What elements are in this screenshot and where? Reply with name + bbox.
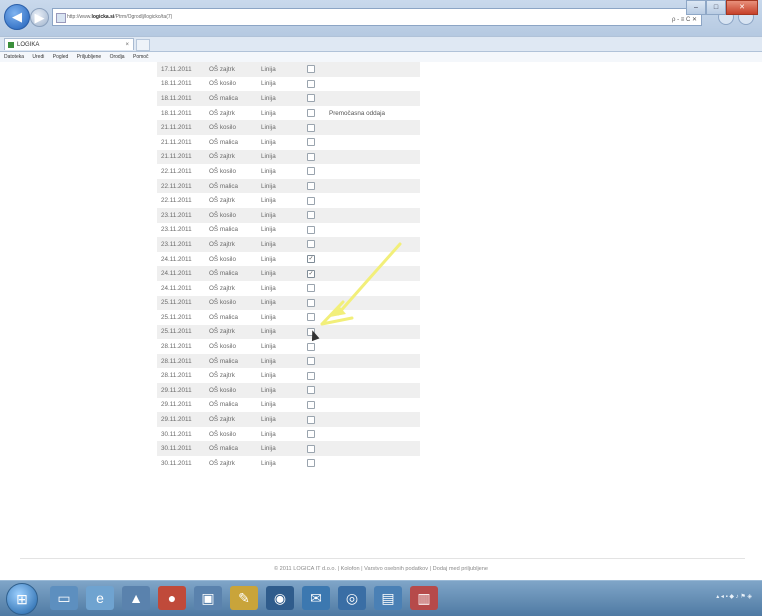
start-button[interactable]: ⊞	[6, 583, 38, 615]
new-tab-button[interactable]	[136, 39, 150, 51]
taskbar-ie-icon[interactable]: e	[86, 586, 114, 610]
tab-favicon-icon	[8, 42, 14, 48]
taskbar-chrome-icon[interactable]: ◎	[338, 586, 366, 610]
menu-view[interactable]: Pogled	[53, 54, 69, 60]
tab-title: LOGIKA	[17, 42, 40, 48]
taskbar-app-icon[interactable]: ▲	[122, 586, 150, 610]
forward-button[interactable]: ▶	[30, 8, 49, 27]
footer-link-kolofon[interactable]: Kolofon	[341, 566, 360, 572]
forward-arrow-icon: ▶	[34, 9, 45, 25]
tab-logika[interactable]: LOGIKA ×	[4, 38, 134, 50]
taskbar-browser-icon[interactable]: ◉	[266, 586, 294, 610]
footer-link-favorites[interactable]: Dodaj med priljubljene	[433, 566, 488, 572]
taskbar-paint-icon[interactable]: ✎	[230, 586, 258, 610]
taskbar-remote-icon[interactable]: ▤	[374, 586, 402, 610]
taskbar-media-icon[interactable]: ●	[158, 586, 186, 610]
system-tray[interactable]: ▴ ◂ ▪ ◆ ♪ ⚑ ◈	[716, 593, 752, 600]
url-prefix: http://www.	[67, 14, 92, 20]
footer: © 2011 LOGICA IT d.o.o. | Kolofon | Vars…	[0, 566, 762, 572]
back-arrow-icon: ◀	[12, 9, 22, 24]
footer-link-privacy[interactable]: Varstvo osebnih podatkov	[364, 566, 428, 572]
footer-divider	[20, 558, 745, 559]
tab-bar: LOGIKA ×	[0, 36, 762, 52]
menu-bar: Datoteka Uredi Pogled Priljubljene Orodj…	[0, 52, 762, 62]
menu-help[interactable]: Pomoč	[133, 54, 149, 60]
maximize-button[interactable]: □	[706, 0, 726, 15]
taskbar-outlook-icon[interactable]: ✉	[302, 586, 330, 610]
taskbar-pdf-icon[interactable]: ▥	[410, 586, 438, 610]
minimize-button[interactable]: –	[686, 0, 706, 15]
page-favicon-icon	[56, 13, 66, 23]
close-window-button[interactable]: ✕	[726, 0, 758, 15]
annotation-arrow-icon	[320, 242, 402, 326]
browser-titlebar: ◀ ▶ http://www.logicka.si/Ptrm/Ogrodlj/l…	[0, 0, 762, 36]
address-bar[interactable]: http://www.logicka.si/Ptrm/Ogrodlj/logic…	[52, 8, 702, 26]
url-path: /Ptrm/Ogrodlj/logicko/ta(7)	[114, 14, 173, 20]
menu-file[interactable]: Datoteka	[4, 54, 24, 60]
window-controls: – □ ✕	[686, 0, 758, 15]
footer-copyright: © 2011 LOGICA IT d.o.o.	[273, 566, 337, 572]
tab-close-icon[interactable]: ×	[125, 39, 129, 51]
page-content: 17.11.2011 OŠ zajtrk Linija 18.11.2011 OŠ ko…	[0, 62, 762, 572]
taskbar-explorer-icon[interactable]: ▣	[194, 586, 222, 610]
menu-favorites[interactable]: Priljubljene	[77, 54, 101, 60]
taskbar-folder-icon[interactable]: ▭	[50, 586, 78, 610]
url-host: logicka.si	[91, 14, 115, 20]
menu-edit[interactable]: Uredi	[32, 54, 44, 60]
taskbar: ⊞ ▭ e ▲ ● ▣ ✎ ◉ ✉ ◎ ▤ ▥ ▴ ◂ ▪ ◆ ♪ ⚑ ◈	[0, 580, 762, 616]
back-button[interactable]: ◀	[4, 4, 30, 30]
menu-tools[interactable]: Orodja	[110, 54, 125, 60]
